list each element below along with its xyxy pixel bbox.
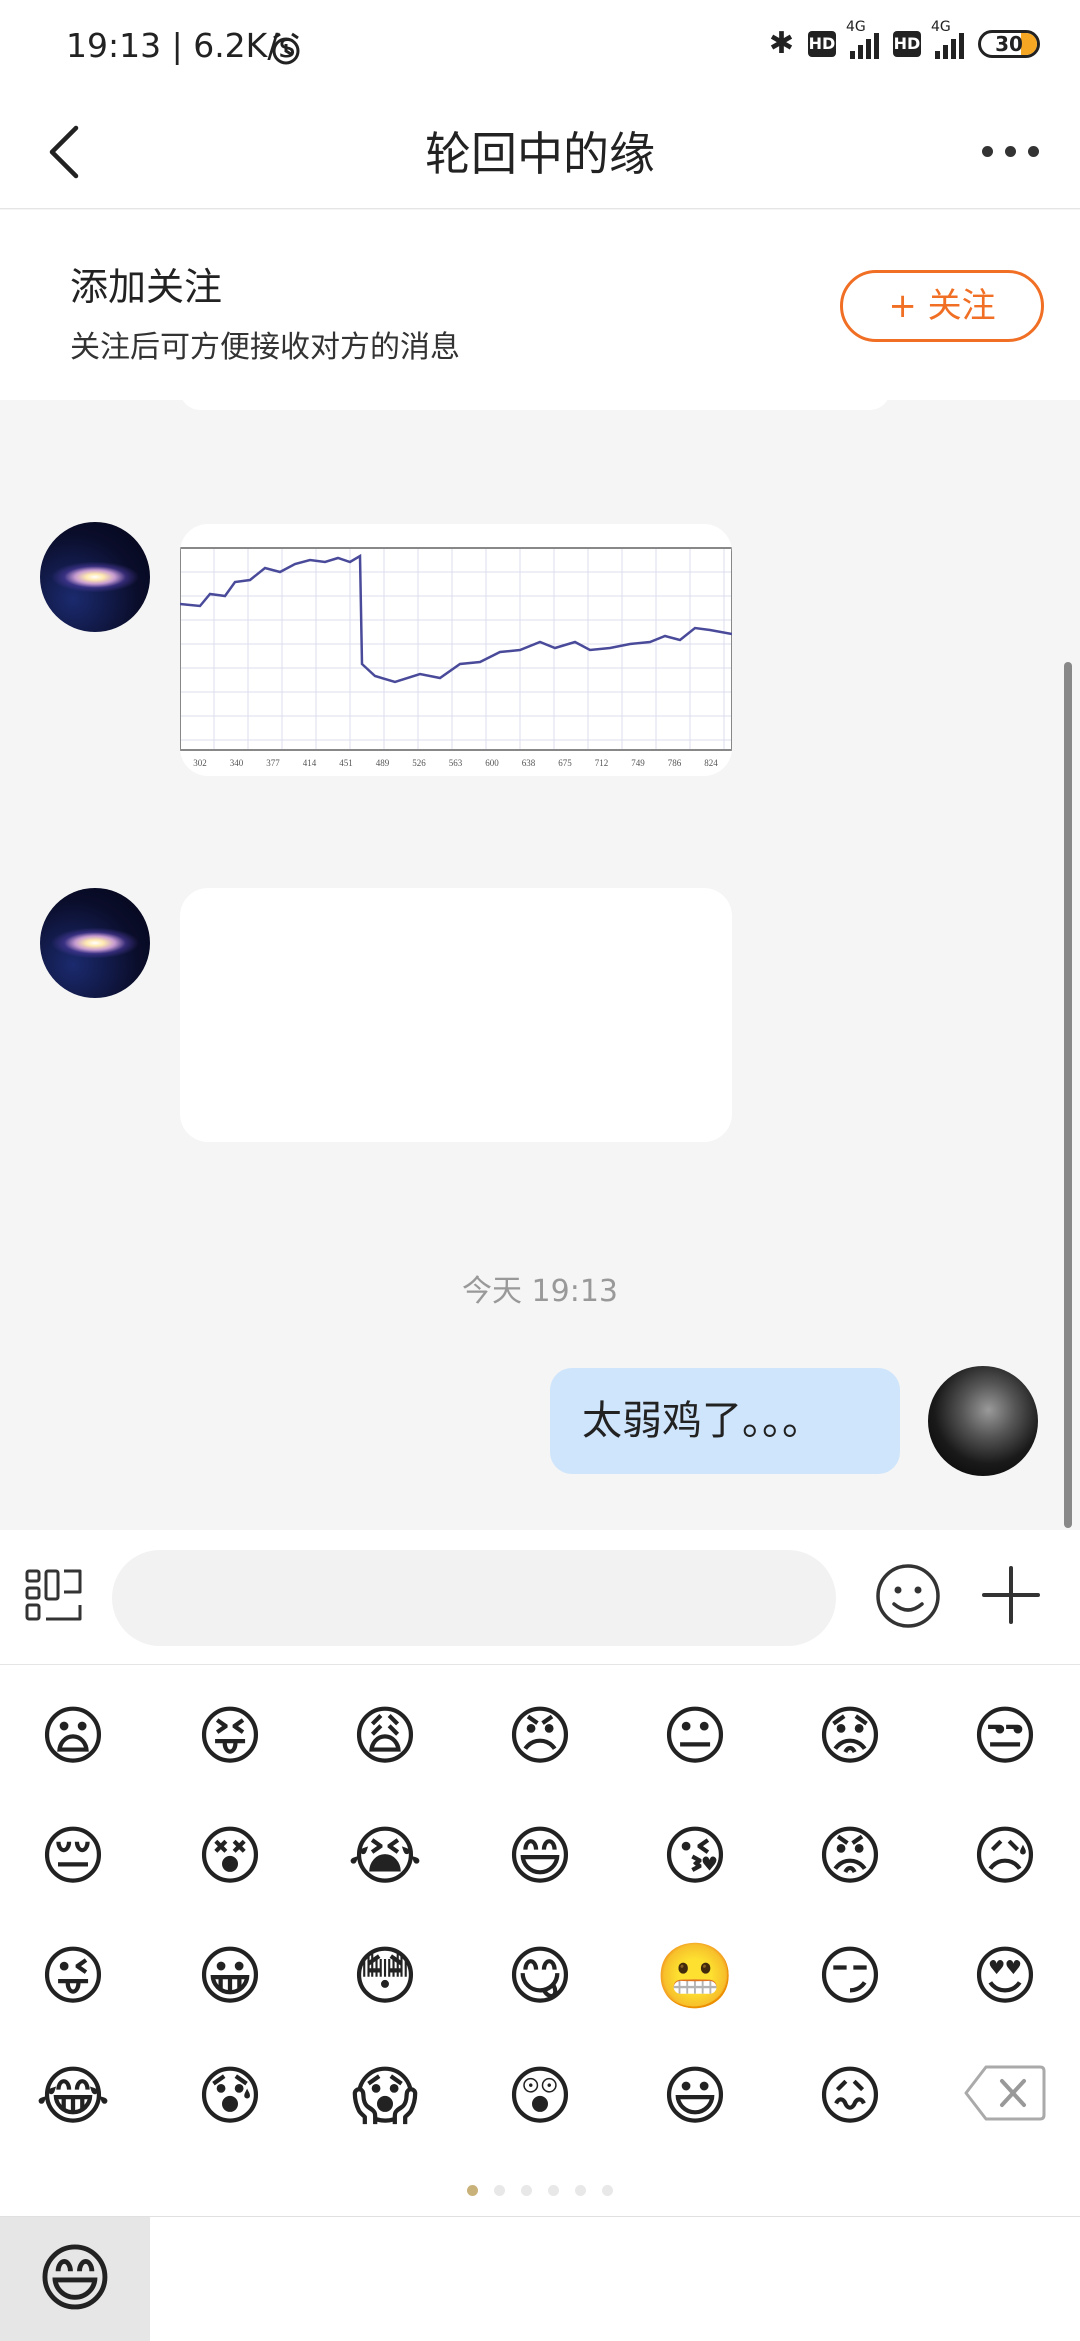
emoji-item[interactable]: 😥 xyxy=(965,1817,1045,1897)
emoji-smile-icon[interactable] xyxy=(874,1562,942,1630)
tick-label: 563 xyxy=(449,758,463,768)
emoji-tab-default[interactable]: 😄 xyxy=(0,2217,150,2341)
battery-icon: 30 xyxy=(978,29,1040,58)
message-timestamp: 今天 19:13 xyxy=(462,1274,618,1309)
tick-label: 638 xyxy=(522,758,536,768)
emoji-item[interactable]: 😘 xyxy=(655,1817,735,1897)
emoji-item[interactable]: 😖 xyxy=(810,2057,890,2137)
status-bar: 19:13 | 6.2K/s ✱ HD 4G HD 4G 30 xyxy=(0,0,1080,96)
bluetooth-icon: ✱ xyxy=(768,26,794,61)
tick-label: 675 xyxy=(558,758,572,768)
follow-subtitle: 关注后可方便接收对方的消息 xyxy=(70,330,460,365)
follow-banner: 添加关注 关注后可方便接收对方的消息 + 关注 xyxy=(0,210,1080,400)
page-dot xyxy=(521,2185,532,2196)
page-dot xyxy=(602,2185,613,2196)
chart-image-message[interactable]: 302 340 377 414 451 489 526 563 600 638 675 712 749 7… xyxy=(180,524,732,776)
scrollbar[interactable] xyxy=(1064,662,1072,1528)
emoji-item[interactable]: 😝 xyxy=(190,1697,270,1777)
backspace-icon[interactable] xyxy=(964,2063,1046,2123)
emoji-item[interactable]: 😄 xyxy=(500,1817,580,1897)
hd-badge-2: HD xyxy=(893,30,921,57)
emoji-item[interactable]: 😏 xyxy=(810,1937,890,2017)
emoji-item[interactable]: 😟 xyxy=(810,1697,890,1777)
page-dot xyxy=(467,2185,478,2196)
my-message-bubble[interactable]: 太弱鸡了。。。 xyxy=(550,1368,900,1474)
emoji-item[interactable]: 😭 xyxy=(345,1817,425,1897)
alarm-icon xyxy=(272,32,300,65)
input-bar xyxy=(0,1530,1080,1665)
tick-label: 786 xyxy=(668,758,682,768)
tick-label: 824 xyxy=(704,758,718,768)
emoji-item[interactable]: 😰 xyxy=(190,2057,270,2137)
follow-title: 添加关注 xyxy=(70,265,223,309)
emoji-item[interactable]: 😐 xyxy=(655,1697,735,1777)
signal-icon-1: 4G xyxy=(846,19,879,59)
contact-avatar[interactable] xyxy=(40,522,150,632)
page-dot xyxy=(494,2185,505,2196)
contact-avatar[interactable] xyxy=(40,888,150,998)
emoji-item[interactable]: 😳 xyxy=(345,1937,425,2017)
chat-title: 轮回中的缘 xyxy=(425,127,655,181)
tick-label: 451 xyxy=(339,758,353,768)
apps-grid-icon[interactable] xyxy=(24,1568,88,1622)
emoji-item[interactable]: 😜 xyxy=(33,1937,113,2017)
tick-label: 712 xyxy=(595,758,609,768)
plus-icon[interactable] xyxy=(980,1564,1042,1626)
tick-label: 414 xyxy=(303,758,317,768)
tick-label: 489 xyxy=(376,758,390,768)
page-dot xyxy=(548,2185,559,2196)
emoji-item[interactable]: 😍 xyxy=(965,1937,1045,2017)
emoji-item[interactable]: 😋 xyxy=(500,1937,580,2017)
chart-line xyxy=(180,553,732,684)
emoji-page-indicator xyxy=(0,2185,1080,2196)
status-time-speed: 19:13 | 6.2K/s xyxy=(66,26,296,65)
emoji-tab-bar: 😄 xyxy=(0,2216,1080,2341)
nav-bar: 轮回中的缘 xyxy=(0,96,1080,209)
blank-message-bubble[interactable] xyxy=(180,888,732,1142)
follow-button[interactable]: + 关注 xyxy=(840,270,1044,342)
previous-message-bubble[interactable] xyxy=(180,400,890,410)
emoji-item[interactable]: 😀 xyxy=(190,1937,270,2017)
tick-label: 749 xyxy=(631,758,645,768)
emoji-item[interactable]: 😒 xyxy=(965,1697,1045,1777)
tick-label: 526 xyxy=(412,758,426,768)
emoji-item[interactable]: 😱 xyxy=(345,2057,425,2137)
emoji-item[interactable]: 😩 xyxy=(345,1697,425,1777)
line-chart-image: 302 340 377 414 451 489 526 563 600 638 675 712 749 7… xyxy=(180,547,732,768)
emoji-item[interactable]: 😵 xyxy=(190,1817,270,1897)
tick-label: 302 xyxy=(193,758,207,768)
emoji-item[interactable]: 😂 xyxy=(33,2057,113,2137)
emoji-item[interactable]: 😬 xyxy=(655,1937,735,2017)
tick-label: 340 xyxy=(230,758,244,768)
status-icons: ✱ HD 4G HD 4G 30 xyxy=(768,19,1040,61)
emoji-item[interactable]: 😃 xyxy=(655,2057,735,2137)
signal-icon-2: 4G xyxy=(931,19,964,59)
hd-badge-1: HD xyxy=(808,30,836,57)
page-dot xyxy=(575,2185,586,2196)
my-avatar[interactable] xyxy=(928,1366,1038,1476)
emoji-item[interactable]: 😲 xyxy=(500,2057,580,2137)
chat-area[interactable]: 302 340 377 414 451 489 526 563 600 638 675 712 749 7… xyxy=(0,400,1080,1530)
tick-label: 377 xyxy=(266,758,280,768)
emoji-item[interactable]: 😔 xyxy=(33,1817,113,1897)
emoji-panel: 😦 😝 😩 😠 😐 😟 😒 😔 😵 😭 😄 😘 😡 😥 😜 😀 😳 😋 😬 😏 😍 😂 😰 😱 😲 😃 😖 xyxy=(0,1665,1080,2220)
tick-label: 600 xyxy=(485,758,499,768)
emoji-item[interactable]: 😠 xyxy=(500,1697,580,1777)
emoji-item[interactable]: 😡 xyxy=(810,1817,890,1897)
more-options-icon[interactable] xyxy=(970,126,1050,176)
message-input[interactable] xyxy=(112,1550,836,1646)
emoji-item[interactable]: 😦 xyxy=(33,1697,113,1777)
